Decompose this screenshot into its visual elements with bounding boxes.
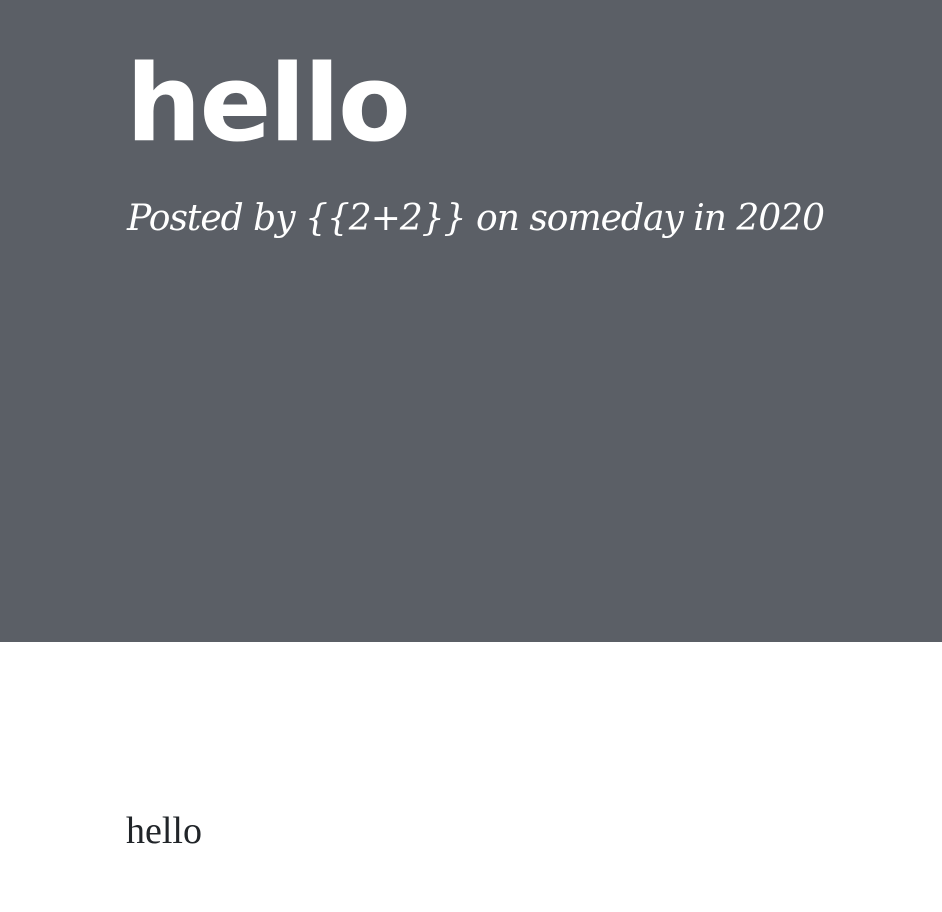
post-meta: Posted by {{2+2}} on someday in 2020 bbox=[127, 198, 825, 239]
post-body-text: hello bbox=[126, 810, 202, 852]
post-title: hello bbox=[126, 42, 411, 165]
post-header: hello Posted by {{2+2}} on someday in 20… bbox=[0, 0, 942, 642]
